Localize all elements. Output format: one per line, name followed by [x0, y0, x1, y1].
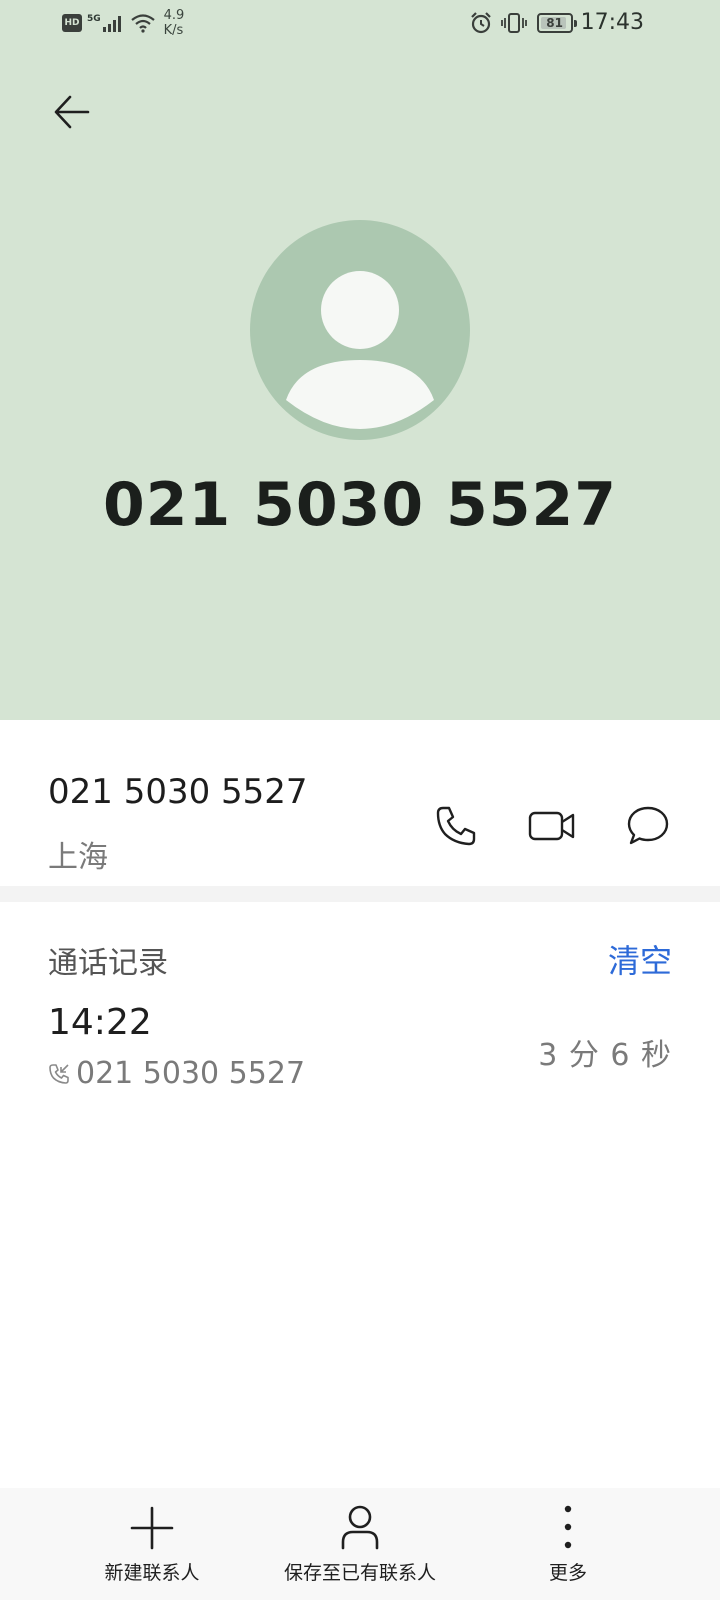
vibrate-icon	[500, 12, 527, 33]
speed-value: 4.9	[163, 8, 185, 23]
new-contact-icon-wrap	[130, 1488, 174, 1550]
signal-icon	[102, 16, 121, 32]
status-right: 81 17:43	[469, 10, 644, 35]
phone-info-row[interactable]: 021 5030 5527 上海	[0, 720, 720, 886]
clock: 17:43	[580, 10, 644, 35]
contact-header: HD 5G 4.9 K/s 81 17:43 021 5030 5527	[0, 0, 720, 720]
call-time: 14:22	[48, 1002, 152, 1043]
person-placeholder-icon	[286, 271, 434, 429]
more-icon-wrap	[562, 1488, 574, 1550]
bottom-action-bar: 新建联系人 保存至已有联系人 更多	[0, 1488, 720, 1600]
call-log-section: 通话记录 清空 14:22 021 5030 5527 3 分 6 秒	[0, 902, 720, 1482]
plus-icon	[130, 1506, 174, 1550]
network-type: 5G	[87, 14, 101, 24]
person-icon	[341, 1505, 379, 1550]
video-call-button[interactable]	[522, 796, 582, 856]
incoming-call-icon	[49, 1063, 69, 1084]
phone-icon	[436, 806, 476, 846]
call-log-entry[interactable]: 14:22 021 5030 5527 3 分 6 秒	[0, 1002, 720, 1112]
more-vertical-icon	[564, 1505, 572, 1549]
avatar	[250, 220, 470, 440]
status-bar: HD 5G 4.9 K/s 81 17:43	[0, 0, 720, 50]
call-log-title: 通话记录	[48, 946, 168, 981]
more-label: 更多	[548, 1562, 587, 1584]
call-detail: 021 5030 5527	[48, 1056, 305, 1091]
contact-detail-page: HD 5G 4.9 K/s 81 17:43 021 5030 5527 021…	[0, 0, 720, 1600]
new-contact-button[interactable]: 新建联系人	[92, 1488, 212, 1600]
hd-badge: HD	[62, 14, 82, 32]
call-duration: 3 分 6 秒	[538, 1038, 672, 1073]
phone-location: 上海	[48, 840, 108, 875]
save-existing-label: 保存至已有联系人	[283, 1562, 436, 1584]
battery-level: 81	[546, 15, 563, 30]
back-arrow-icon	[54, 95, 90, 129]
speed-unit: K/s	[163, 23, 184, 38]
new-contact-label: 新建联系人	[104, 1562, 200, 1584]
back-button[interactable]	[48, 88, 96, 136]
battery-icon: 81	[536, 12, 577, 33]
chat-bubble-icon	[627, 806, 669, 845]
contact-title-number: 021 5030 5527	[102, 470, 617, 540]
clear-log-button[interactable]: 清空	[608, 936, 672, 982]
save-to-existing-button[interactable]: 保存至已有联系人	[260, 1488, 460, 1600]
call-button[interactable]	[426, 796, 486, 856]
message-button[interactable]	[618, 796, 678, 856]
network-speed: 4.9 K/s	[164, 8, 185, 38]
video-camera-icon	[528, 811, 575, 841]
wifi-icon	[130, 14, 155, 33]
save-existing-icon-wrap	[340, 1488, 380, 1550]
phone-number: 021 5030 5527	[48, 772, 308, 812]
section-divider	[0, 886, 720, 902]
more-button[interactable]: 更多	[508, 1488, 628, 1600]
call-number: 021 5030 5527	[76, 1056, 306, 1091]
alarm-icon	[470, 11, 491, 33]
status-left: HD 5G 4.9 K/s	[62, 8, 184, 38]
